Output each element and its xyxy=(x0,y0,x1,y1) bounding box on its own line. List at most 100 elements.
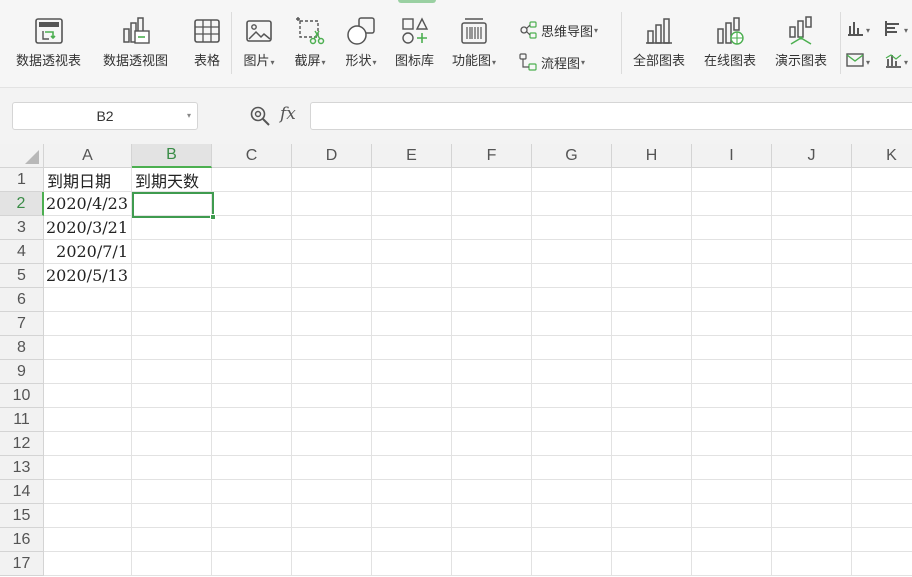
cell-b8[interactable] xyxy=(132,336,212,360)
table-button[interactable]: 表格 xyxy=(190,14,224,70)
cell-d13[interactable] xyxy=(292,456,372,480)
row-header-15[interactable]: 15 xyxy=(0,504,44,528)
cell-j11[interactable] xyxy=(772,408,852,432)
cell-g15[interactable] xyxy=(532,504,612,528)
column-chart-dropdown[interactable]: ▾ xyxy=(845,18,870,42)
cell-a15[interactable] xyxy=(44,504,132,528)
cell-d4[interactable] xyxy=(292,240,372,264)
cell-e5[interactable] xyxy=(372,264,452,288)
cell-f12[interactable] xyxy=(452,432,532,456)
cell-a13[interactable] xyxy=(44,456,132,480)
cell-e4[interactable] xyxy=(372,240,452,264)
cell-h12[interactable] xyxy=(612,432,692,456)
cell-k10[interactable] xyxy=(852,384,912,408)
insert-function-button[interactable]: fx xyxy=(280,104,296,124)
cell-k14[interactable] xyxy=(852,480,912,504)
cell-a3[interactable]: 2020/3/21 xyxy=(44,216,132,240)
cell-e8[interactable] xyxy=(372,336,452,360)
cell-i16[interactable] xyxy=(692,528,772,552)
cell-k1[interactable] xyxy=(852,168,912,192)
cell-d8[interactable] xyxy=(292,336,372,360)
cell-i17[interactable] xyxy=(692,552,772,576)
cell-f5[interactable] xyxy=(452,264,532,288)
cell-b17[interactable] xyxy=(132,552,212,576)
cell-c9[interactable] xyxy=(212,360,292,384)
cell-i6[interactable] xyxy=(692,288,772,312)
cell-b12[interactable] xyxy=(132,432,212,456)
cell-a4[interactable]: 2020/7/1 xyxy=(44,240,132,264)
cell-b11[interactable] xyxy=(132,408,212,432)
cell-j3[interactable] xyxy=(772,216,852,240)
cell-h17[interactable] xyxy=(612,552,692,576)
pivot-table-button[interactable]: 数据透视表 xyxy=(16,14,81,70)
cell-h4[interactable] xyxy=(612,240,692,264)
cell-c12[interactable] xyxy=(212,432,292,456)
cell-e13[interactable] xyxy=(372,456,452,480)
cell-a14[interactable] xyxy=(44,480,132,504)
cell-e14[interactable] xyxy=(372,480,452,504)
cell-f13[interactable] xyxy=(452,456,532,480)
cell-h3[interactable] xyxy=(612,216,692,240)
pivot-chart-button[interactable]: 数据透视图 xyxy=(103,14,168,70)
column-header-b[interactable]: B xyxy=(132,144,212,168)
cell-j13[interactable] xyxy=(772,456,852,480)
cell-g1[interactable] xyxy=(532,168,612,192)
online-charts-button[interactable]: 在线图表 xyxy=(704,14,756,70)
row-header-11[interactable]: 11 xyxy=(0,408,44,432)
cell-i13[interactable] xyxy=(692,456,772,480)
cell-e6[interactable] xyxy=(372,288,452,312)
cell-h9[interactable] xyxy=(612,360,692,384)
cell-j8[interactable] xyxy=(772,336,852,360)
row-header-5[interactable]: 5 xyxy=(0,264,44,288)
row-header-9[interactable]: 9 xyxy=(0,360,44,384)
cell-h8[interactable] xyxy=(612,336,692,360)
row-header-8[interactable]: 8 xyxy=(0,336,44,360)
cell-g6[interactable] xyxy=(532,288,612,312)
cell-d14[interactable] xyxy=(292,480,372,504)
combo-chart-dropdown[interactable]: ▾ xyxy=(883,50,908,74)
cell-k4[interactable] xyxy=(852,240,912,264)
name-box[interactable]: B2 ▾ xyxy=(12,102,198,130)
cell-f16[interactable] xyxy=(452,528,532,552)
cell-a2[interactable]: 2020/4/23 xyxy=(44,192,132,216)
cell-i2[interactable] xyxy=(692,192,772,216)
cell-f11[interactable] xyxy=(452,408,532,432)
cell-a7[interactable] xyxy=(44,312,132,336)
cell-k17[interactable] xyxy=(852,552,912,576)
cell-j1[interactable] xyxy=(772,168,852,192)
cell-k8[interactable] xyxy=(852,336,912,360)
column-header-j[interactable]: J xyxy=(772,144,852,168)
cell-a6[interactable] xyxy=(44,288,132,312)
cell-j14[interactable] xyxy=(772,480,852,504)
cell-a16[interactable] xyxy=(44,528,132,552)
cell-j4[interactable] xyxy=(772,240,852,264)
cell-g13[interactable] xyxy=(532,456,612,480)
cell-i12[interactable] xyxy=(692,432,772,456)
cell-c6[interactable] xyxy=(212,288,292,312)
cell-c3[interactable] xyxy=(212,216,292,240)
cell-d3[interactable] xyxy=(292,216,372,240)
cell-j10[interactable] xyxy=(772,384,852,408)
picture-button[interactable]: 图片▾ xyxy=(242,14,276,71)
cell-f8[interactable] xyxy=(452,336,532,360)
cell-c2[interactable] xyxy=(212,192,292,216)
cell-h2[interactable] xyxy=(612,192,692,216)
cell-f4[interactable] xyxy=(452,240,532,264)
cell-c13[interactable] xyxy=(212,456,292,480)
cell-k2[interactable] xyxy=(852,192,912,216)
cell-j7[interactable] xyxy=(772,312,852,336)
mind-map-button[interactable]: 思维导图 ▾ xyxy=(518,20,598,40)
cell-g7[interactable] xyxy=(532,312,612,336)
cell-h6[interactable] xyxy=(612,288,692,312)
cell-j17[interactable] xyxy=(772,552,852,576)
cell-j16[interactable] xyxy=(772,528,852,552)
cell-e9[interactable] xyxy=(372,360,452,384)
cell-a11[interactable] xyxy=(44,408,132,432)
cell-i14[interactable] xyxy=(692,480,772,504)
row-header-2[interactable]: 2 xyxy=(0,192,44,216)
cell-d1[interactable] xyxy=(292,168,372,192)
cell-k12[interactable] xyxy=(852,432,912,456)
cell-b2[interactable] xyxy=(132,192,212,216)
cell-k11[interactable] xyxy=(852,408,912,432)
row-header-14[interactable]: 14 xyxy=(0,480,44,504)
